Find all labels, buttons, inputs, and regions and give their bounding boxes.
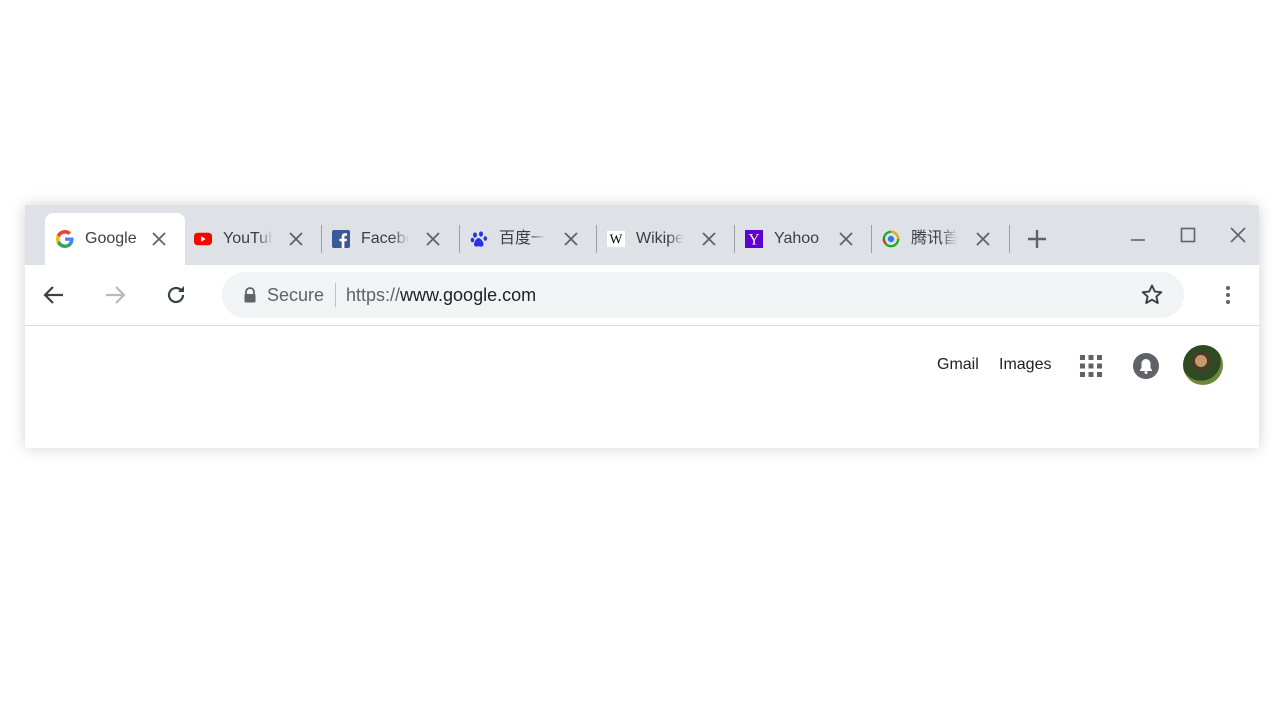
facebook-icon (332, 230, 350, 248)
maximize-button[interactable] (1174, 221, 1202, 249)
tab-close-icon[interactable] (561, 229, 581, 249)
tab-separator (1009, 225, 1010, 253)
tab-close-icon[interactable] (973, 229, 993, 249)
tab-close-icon[interactable] (699, 229, 719, 249)
minimize-icon (1131, 239, 1145, 241)
tab-facebook[interactable]: Facebook (321, 213, 459, 265)
reload-button[interactable] (161, 280, 191, 310)
tab-wikipedia[interactable]: W Wikipedia (596, 213, 734, 265)
tencent-icon (882, 230, 900, 248)
yahoo-y-icon: Y (745, 230, 763, 248)
tab-close-icon[interactable] (423, 229, 443, 249)
browser-window: Google YouTube Facebook (25, 205, 1259, 448)
browser-toolbar: Secure https://www.google.com (25, 265, 1259, 326)
google-apps-icon[interactable] (1079, 354, 1103, 378)
reload-icon (167, 286, 185, 304)
arrow-right-icon (106, 286, 126, 304)
minimize-button[interactable] (1124, 221, 1152, 249)
bell-icon (1140, 359, 1152, 374)
close-window-button[interactable] (1224, 221, 1252, 249)
bookmark-star-button[interactable] (1139, 282, 1165, 308)
tab-close-icon[interactable] (149, 229, 169, 249)
tab-close-icon[interactable] (836, 229, 856, 249)
tab-title: Google (85, 230, 137, 247)
tab-youtube[interactable]: YouTube (183, 213, 323, 265)
tab-title: Facebook (361, 228, 409, 250)
omnibox[interactable]: Secure https://www.google.com (222, 272, 1184, 318)
images-link[interactable]: Images (999, 355, 1051, 375)
notifications-button[interactable] (1133, 353, 1159, 379)
gmail-link[interactable]: Gmail (937, 355, 979, 375)
page-content: Gmail Images (25, 326, 1259, 448)
wikipedia-w-icon: W (607, 230, 625, 248)
tab-title: 腾讯首页 (911, 228, 957, 250)
tab-baidu[interactable]: 百度一下 (459, 213, 597, 265)
back-button[interactable] (39, 280, 69, 310)
plus-icon (1028, 230, 1046, 248)
more-vert-icon (1226, 286, 1230, 304)
url-scheme: https:// (346, 285, 401, 305)
chrome-menu-button[interactable] (1216, 283, 1240, 307)
url-host: www.google.com (400, 285, 537, 305)
tab-yahoo[interactable]: Y Yahoo (734, 213, 872, 265)
tab-tencent[interactable]: 腾讯首页 (871, 213, 1009, 265)
tab-close-icon[interactable] (286, 229, 306, 249)
tab-title: 百度一下 (499, 228, 545, 250)
lock-icon (244, 287, 256, 303)
tab-strip: Google YouTube Facebook (25, 205, 1259, 265)
svg-text:W: W (610, 232, 623, 247)
baidu-paw-icon (470, 230, 488, 248)
star-icon (1141, 284, 1163, 304)
tab-title: Yahoo (774, 230, 820, 247)
tab-title: Wikipedia (636, 228, 684, 250)
arrow-left-icon (43, 286, 63, 304)
maximize-icon (1180, 227, 1196, 243)
avatar[interactable] (1183, 345, 1223, 385)
svg-text:Y: Y (748, 231, 759, 248)
omnibox-separator (335, 283, 336, 307)
new-tab-button[interactable] (1023, 225, 1051, 253)
security-label[interactable]: Secure (267, 284, 324, 306)
youtube-icon (194, 230, 212, 248)
forward-button[interactable] (100, 280, 130, 310)
tab-google[interactable]: Google (45, 213, 185, 265)
url-text[interactable]: https://www.google.com (346, 284, 536, 306)
google-g-icon (56, 230, 74, 248)
close-icon (1230, 227, 1246, 243)
tab-title: YouTube (223, 228, 273, 250)
